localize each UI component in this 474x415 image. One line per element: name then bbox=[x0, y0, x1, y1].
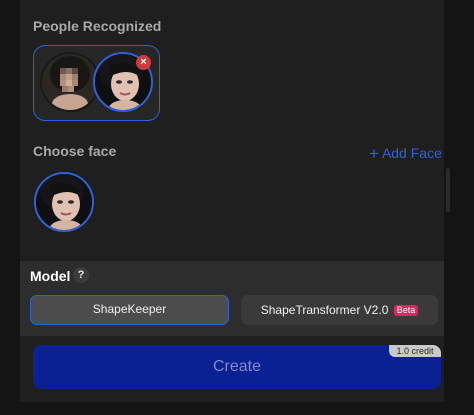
model-option-label: ShapeKeeper bbox=[92, 302, 167, 316]
scrollbar[interactable] bbox=[446, 168, 450, 212]
add-face-button[interactable]: + Add Face bbox=[369, 144, 442, 164]
credit-badge: 1.0 credit bbox=[389, 345, 441, 357]
bottom-edge bbox=[20, 402, 444, 415]
model-option-shapetransformer[interactable]: ShapeTransformer V2.0 Beta bbox=[241, 295, 438, 325]
choose-face-title: Choose face bbox=[33, 143, 117, 159]
model-option-shapekeeper[interactable]: ShapeKeeper bbox=[30, 295, 229, 325]
create-button[interactable]: Create bbox=[33, 345, 441, 389]
people-recognized-title: People Recognized bbox=[33, 18, 162, 34]
beta-badge: Beta bbox=[393, 305, 419, 316]
choose-face-option[interactable] bbox=[34, 172, 94, 232]
model-title: Model bbox=[30, 268, 71, 284]
recognized-face-pixelated[interactable] bbox=[40, 52, 100, 112]
model-option-label: ShapeTransformer V2.0 bbox=[260, 303, 389, 317]
question-icon[interactable]: ? bbox=[73, 267, 89, 283]
remove-face-button[interactable]: × bbox=[136, 55, 151, 70]
create-button-label: Create bbox=[212, 358, 262, 375]
close-icon: × bbox=[140, 56, 147, 68]
plus-icon: + bbox=[369, 144, 379, 163]
add-face-label: Add Face bbox=[381, 145, 442, 161]
